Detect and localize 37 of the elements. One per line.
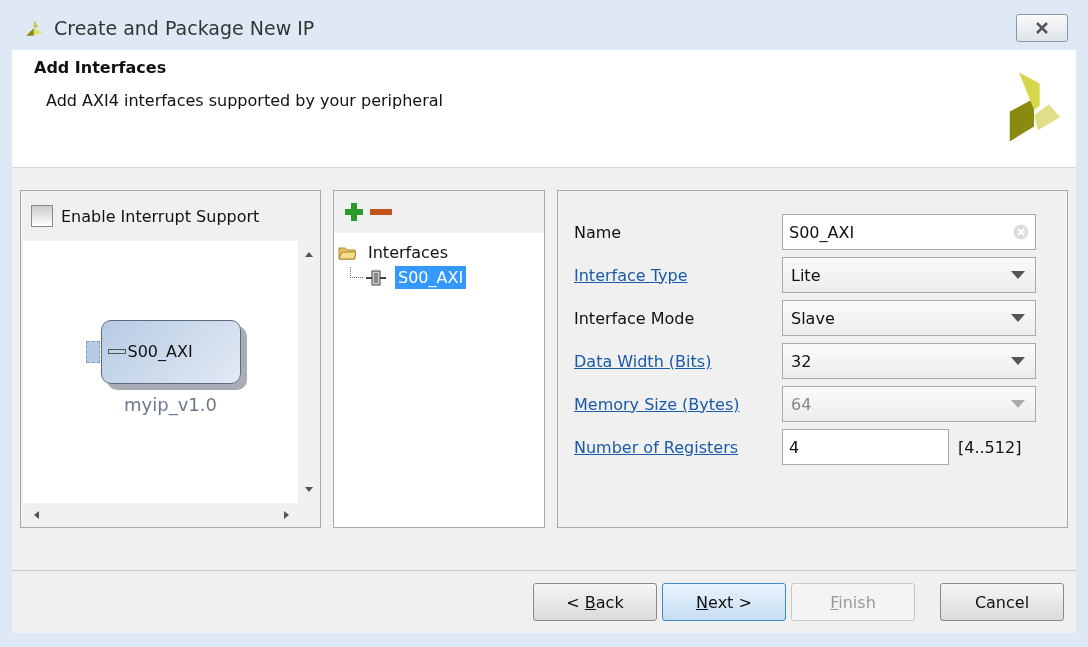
plus-icon (344, 202, 364, 222)
dialog-button[interactable]: Next > (662, 583, 786, 621)
minus-icon (370, 208, 392, 216)
field-label: Name (574, 222, 623, 242)
page-subtitle: Add AXI4 interfaces supported by your peripheral (46, 91, 443, 110)
field-label-link[interactable]: Number of Registers (574, 437, 782, 457)
dropdown[interactable]: Slave (782, 300, 1036, 336)
scroll-right-icon[interactable] (284, 511, 290, 519)
interrupt-checkbox[interactable]: Enable Interrupt Support (23, 191, 320, 241)
dropdown[interactable]: 32 (782, 343, 1036, 379)
add-button[interactable] (344, 202, 364, 222)
scroll-left-icon[interactable] (33, 511, 39, 519)
window-title: Create and Package New IP (54, 17, 316, 39)
dialog-button[interactable]: < Back (533, 583, 657, 621)
field-label: Interface Mode (574, 308, 696, 328)
page-title: Add Interfaces (34, 58, 168, 77)
caret-icon (1011, 271, 1025, 279)
port-label: S00_AXI (127, 342, 193, 361)
field-label-link[interactable]: Interface Type (574, 265, 782, 285)
scroll-up-icon[interactable] (305, 251, 313, 257)
name-field[interactable]: S00_AXI (782, 214, 1036, 250)
field-label-link[interactable]: Data Width (Bits) (574, 351, 782, 371)
dialog-button[interactable]: Cancel (940, 583, 1064, 621)
scroll-down-icon[interactable] (305, 487, 313, 493)
caret-icon (1011, 400, 1025, 408)
close-icon (1035, 22, 1049, 34)
registers-field[interactable]: 4 (782, 429, 949, 465)
interface-icon (365, 269, 387, 286)
port-pin-icon (85, 340, 100, 363)
caret-icon (1011, 314, 1025, 322)
close-button[interactable] (1016, 14, 1068, 42)
dropdown[interactable]: Lite (782, 257, 1036, 293)
ip-name: myip_v1.0 (124, 393, 217, 415)
tree-item[interactable]: Interfaces (368, 243, 448, 262)
range-hint: [4..512] (958, 437, 1022, 457)
remove-button[interactable] (370, 208, 392, 216)
caret-icon (1011, 357, 1025, 365)
